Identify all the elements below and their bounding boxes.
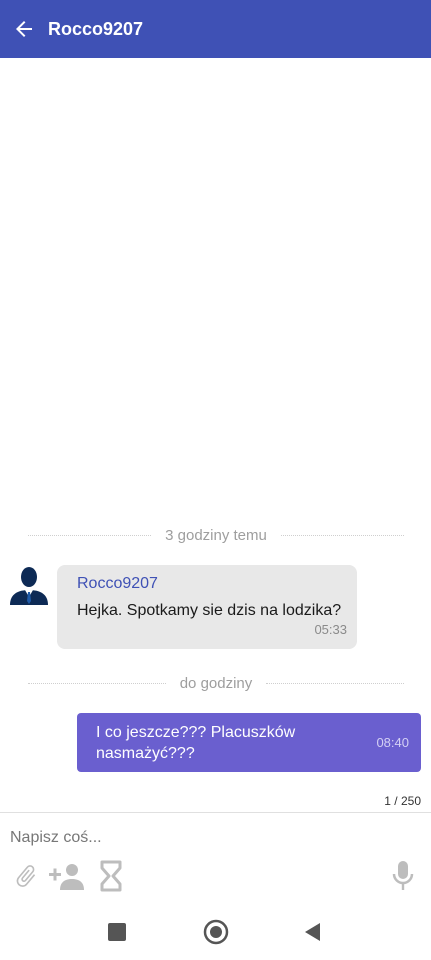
user-avatar-icon: [10, 567, 48, 605]
recents-square-icon: [108, 923, 126, 941]
message-time: 08:40: [376, 735, 409, 750]
system-nav-bar: [0, 905, 431, 960]
back-button[interactable]: [0, 0, 48, 58]
system-back-button[interactable]: [298, 917, 328, 947]
add-person-button[interactable]: [48, 858, 84, 894]
add-person-icon: [49, 864, 84, 890]
avatar[interactable]: [8, 563, 50, 605]
message-text: Hejka. Spotkamy sie dzis na lodzika?: [77, 602, 342, 619]
time-divider-2: do godziny: [28, 673, 404, 693]
message-sender: Rocco9207: [77, 575, 158, 592]
hourglass-icon: [100, 860, 122, 892]
home-circle-icon: [203, 919, 229, 945]
back-triangle-icon: [305, 923, 320, 941]
recents-button[interactable]: [102, 917, 132, 947]
app-bar: Rocco9207: [0, 0, 431, 58]
character-counter: 1 / 250: [384, 794, 421, 808]
message-time: 05:33: [314, 622, 347, 637]
time-divider-label: do godziny: [179, 674, 253, 692]
message-input[interactable]: [10, 826, 410, 850]
home-button[interactable]: [201, 917, 231, 947]
paperclip-icon: [16, 865, 36, 887]
timer-button[interactable]: [98, 858, 124, 894]
incoming-message-bubble[interactable]: Rocco9207 Hejka. Spotkamy sie dzis na lo…: [57, 565, 357, 649]
attach-button[interactable]: [12, 858, 40, 894]
arrow-left-icon: [16, 21, 32, 37]
outgoing-message-bubble[interactable]: I co jeszcze??? Placuszków nasmażyć??? 0…: [77, 713, 421, 772]
page-title: Rocco9207: [48, 18, 144, 39]
message-text: I co jeszcze??? Placuszków nasmażyć???: [96, 724, 296, 762]
composer-divider: [0, 812, 431, 813]
time-divider-label: 3 godziny temu: [165, 526, 267, 544]
microphone-icon: [392, 861, 414, 890]
time-divider-1: 3 godziny temu: [28, 525, 405, 545]
voice-button[interactable]: [390, 858, 416, 894]
